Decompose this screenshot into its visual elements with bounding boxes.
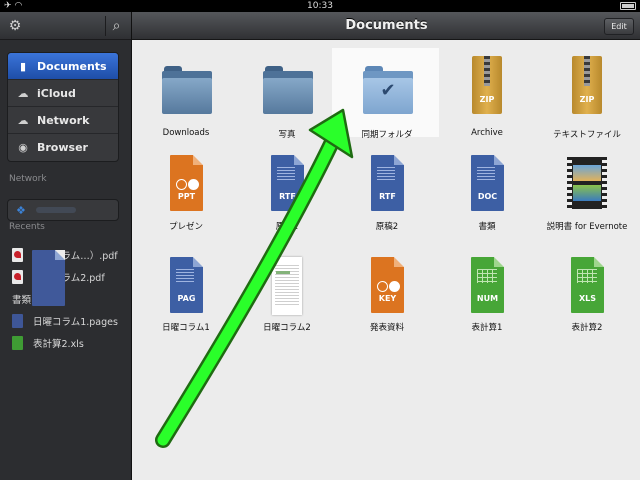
status-bar: ✈ ◠ 10:33: [0, 0, 640, 12]
xls-icon: XLS: [571, 257, 604, 313]
status-right: [620, 1, 636, 11]
file-item-label: 原稿1: [275, 222, 299, 232]
file-item-label: Archive: [471, 128, 503, 138]
sidebar-toolbar: ⚙ ⌕: [0, 12, 131, 40]
sidebar-item-icloud[interactable]: ☁ iCloud: [8, 80, 118, 107]
network-account-name-blurred: [35, 207, 76, 213]
file-item-label: 日曜コラム1: [162, 323, 210, 333]
rtf-icon: RTF: [271, 155, 304, 211]
recent-item-label: 表計算2.xls: [33, 339, 84, 350]
pages-icon: PAG: [170, 257, 203, 313]
sidebar-item-label: Browser: [37, 141, 88, 154]
keynote-icon: KEY: [371, 257, 404, 313]
folder-icon: [162, 66, 212, 114]
sidebar-nav: ▮ Documents ☁ iCloud ☁ Network ◉ Browser: [7, 52, 119, 162]
file-item-label: 表計算1: [471, 323, 503, 333]
page-title: Documents: [345, 18, 428, 33]
numbers-icon: NUM: [471, 257, 504, 313]
gear-icon[interactable]: ⚙: [4, 16, 26, 36]
list-item[interactable]: 表計算2.xls: [0, 332, 131, 354]
sidebar-item-network[interactable]: ☁ Network: [8, 107, 118, 134]
file-item-label: 書類: [478, 222, 496, 232]
search-icon[interactable]: ⌕: [105, 16, 127, 36]
recents-section-label: Recents: [9, 222, 45, 232]
pdf-icon: [12, 270, 23, 284]
rtf-icon: RTF: [371, 155, 404, 211]
list-item[interactable]: 日曜コラム2.pdf: [0, 266, 131, 288]
file-item-label: 原稿2: [375, 222, 399, 232]
sidebar-item-label: Documents: [37, 59, 107, 73]
main-panel: Documents Edit Downloads 写真 ✔ 同期フォルダ ZIP…: [131, 12, 640, 480]
file-item-label: 説明書 for Evernote: [546, 222, 628, 232]
file-item-label: 同期フォルダ: [361, 130, 413, 140]
sidebar-item-label: Network: [37, 113, 90, 127]
dropbox-icon: ❖: [16, 203, 26, 217]
synced-folder-icon: ✔: [363, 66, 413, 114]
network-section-label: Network: [9, 174, 47, 184]
sidebar-item-documents[interactable]: ▮ Documents: [8, 53, 118, 80]
video-icon: [567, 157, 607, 209]
status-time: 10:33: [307, 1, 333, 11]
pdf-icon: [12, 248, 23, 262]
file-item-label: テキストファイル: [553, 130, 621, 140]
doc-icon: [32, 250, 65, 306]
file-item-label: 日曜コラム2: [263, 323, 311, 333]
list-item[interactable]: 日曜コラム…）.pdf: [0, 244, 131, 266]
zip-icon: ZIP: [472, 56, 502, 114]
sidebar-item-label: iCloud: [37, 86, 76, 100]
edit-button[interactable]: Edit: [604, 18, 634, 35]
pages-icon: [12, 314, 23, 328]
network-cloud-icon: ☁: [17, 113, 29, 127]
main-toolbar: Documents Edit: [132, 12, 640, 40]
ppt-icon: PPT: [170, 155, 203, 211]
sidebar: ⚙ ⌕ ▮ Documents ☁ iCloud ☁ Network ◉ Bro…: [0, 12, 131, 480]
recents-list: 日曜コラム…）.pdf 日曜コラム2.pdf 書類.doc 日曜コラム1.pag…: [0, 244, 131, 354]
zip-icon: ZIP: [572, 56, 602, 114]
sidebar-item-browser[interactable]: ◉ Browser: [8, 134, 118, 161]
cloud-icon: ☁: [17, 86, 29, 100]
file-item-label: Downloads: [162, 128, 210, 138]
list-item[interactable]: 日曜コラム1.pages: [0, 310, 131, 332]
file-grid: Downloads 写真 ✔ 同期フォルダ ZIP Archive ZIP テキ…: [132, 41, 640, 480]
folder-icon: [263, 66, 313, 114]
xls-icon: [12, 336, 23, 350]
doc-icon: DOC: [471, 155, 504, 211]
file-item-label: 写真: [278, 130, 296, 140]
compass-icon: ◉: [18, 141, 28, 154]
document-icon: ▮: [19, 59, 27, 73]
document-preview-icon: [272, 257, 302, 315]
list-item[interactable]: 書類.doc: [0, 250, 131, 310]
app-screen: ✈ ◠ 10:33 ⚙ ⌕ ▮ Documents ☁ iCloud ☁ Net…: [0, 0, 640, 480]
recent-item-label: 日曜コラム1.pages: [33, 317, 118, 328]
file-item-label: 発表資料: [369, 323, 404, 333]
file-item-label: プレゼン: [168, 222, 203, 232]
file-item-label: 表計算2: [571, 323, 603, 333]
network-account[interactable]: ❖: [7, 199, 119, 221]
battery-icon: [620, 2, 636, 10]
checkmark-icon: ✔: [380, 80, 396, 101]
